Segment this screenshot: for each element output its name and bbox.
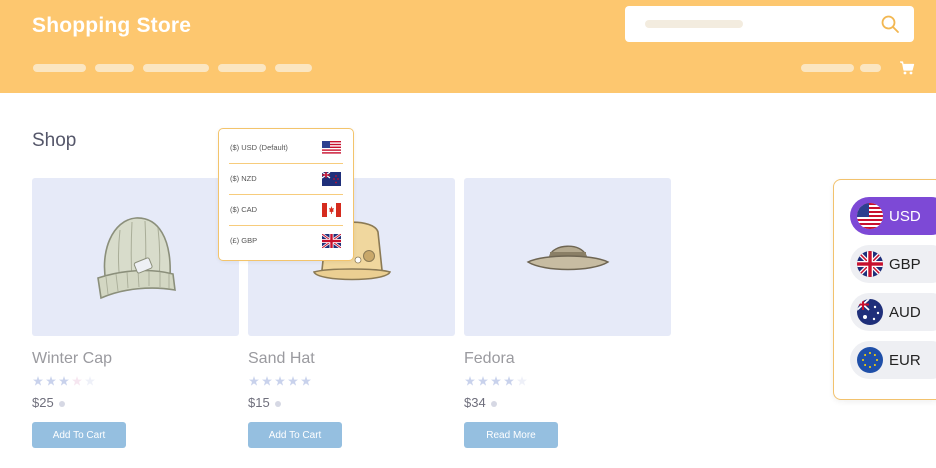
currency-gbp-button[interactable]: GBP bbox=[850, 245, 936, 283]
currency-usd-button[interactable]: USD bbox=[850, 197, 936, 235]
gb-flag-icon bbox=[322, 234, 341, 248]
currency-option-cad[interactable]: ($) CAD bbox=[219, 195, 352, 226]
read-more-button[interactable]: Read More bbox=[464, 422, 558, 448]
currency-code: EUR bbox=[889, 351, 921, 369]
star-icon bbox=[478, 376, 488, 386]
currency-option-label: ($) CAD bbox=[230, 205, 258, 214]
currency-switcher: USD GBP AUD EUR bbox=[833, 179, 936, 400]
star-icon bbox=[46, 376, 56, 386]
search-input[interactable] bbox=[625, 6, 914, 42]
star-icon bbox=[72, 376, 82, 386]
us-flag-icon bbox=[857, 203, 883, 229]
add-to-cart-button[interactable]: Add To Cart bbox=[248, 422, 342, 448]
cart-count[interactable] bbox=[860, 64, 881, 72]
currency-option-label: (£) GBP bbox=[230, 236, 258, 245]
star-icon bbox=[275, 376, 285, 386]
product-name[interactable]: Sand Hat bbox=[248, 350, 315, 368]
price-badge bbox=[490, 400, 497, 407]
fedora-image bbox=[526, 245, 610, 271]
nav-item-1[interactable] bbox=[33, 64, 86, 72]
star-icon bbox=[301, 376, 311, 386]
price-value: $34 bbox=[464, 395, 486, 410]
eu-flag-icon bbox=[857, 347, 883, 373]
account-link[interactable] bbox=[801, 64, 854, 72]
product-name[interactable]: Fedora bbox=[464, 350, 515, 368]
nz-flag-icon bbox=[322, 172, 341, 186]
product-name[interactable]: Winter Cap bbox=[32, 350, 112, 368]
nav-item-4[interactable] bbox=[218, 64, 266, 72]
product-image[interactable] bbox=[464, 178, 671, 336]
add-to-cart-button[interactable]: Add To Cart bbox=[32, 422, 126, 448]
star-icon bbox=[517, 376, 527, 386]
currency-dropdown: ($) USD (Default) ($) NZD ($) CAD (£) GB… bbox=[218, 128, 354, 261]
currency-code: GBP bbox=[889, 255, 921, 273]
price-badge bbox=[58, 400, 65, 407]
price-value: $25 bbox=[32, 395, 54, 410]
rating-stars bbox=[249, 376, 311, 386]
us-flag-icon bbox=[322, 141, 341, 155]
shop-page: Shopping Store Shop Winter Cap $25 Add T… bbox=[0, 0, 936, 468]
star-icon bbox=[288, 376, 298, 386]
ca-flag-icon bbox=[322, 203, 341, 217]
currency-code: AUD bbox=[889, 303, 921, 321]
star-icon bbox=[59, 376, 69, 386]
currency-eur-button[interactable]: EUR bbox=[850, 341, 936, 379]
rating-stars bbox=[465, 376, 527, 386]
gb-flag-icon bbox=[857, 251, 883, 277]
star-icon bbox=[504, 376, 514, 386]
search-icon[interactable] bbox=[880, 14, 900, 34]
nav-item-3[interactable] bbox=[143, 64, 209, 72]
winter-cap-image bbox=[97, 217, 176, 300]
search-placeholder bbox=[645, 20, 743, 28]
star-icon bbox=[491, 376, 501, 386]
price-badge bbox=[274, 400, 281, 407]
currency-aud-button[interactable]: AUD bbox=[850, 293, 936, 331]
au-flag-icon bbox=[857, 299, 883, 325]
star-icon bbox=[85, 376, 95, 386]
star-icon bbox=[249, 376, 259, 386]
store-title[interactable]: Shopping Store bbox=[32, 14, 191, 38]
price-value: $15 bbox=[248, 395, 270, 410]
star-icon bbox=[33, 376, 43, 386]
product-price: $15 bbox=[248, 395, 281, 410]
star-icon bbox=[262, 376, 272, 386]
currency-option-usd[interactable]: ($) USD (Default) bbox=[219, 133, 352, 164]
currency-option-nzd[interactable]: ($) NZD bbox=[219, 164, 352, 195]
cart-icon[interactable] bbox=[899, 60, 915, 76]
product-price: $34 bbox=[464, 395, 497, 410]
currency-code: USD bbox=[889, 207, 921, 225]
header: Shopping Store bbox=[0, 0, 936, 93]
product-image[interactable] bbox=[32, 178, 239, 336]
currency-option-label: ($) USD (Default) bbox=[230, 143, 288, 152]
nav-item-2[interactable] bbox=[95, 64, 134, 72]
nav-item-5[interactable] bbox=[275, 64, 312, 72]
page-title: Shop bbox=[32, 130, 77, 151]
currency-option-label: ($) NZD bbox=[230, 174, 257, 183]
star-icon bbox=[465, 376, 475, 386]
currency-option-gbp[interactable]: (£) GBP bbox=[219, 226, 352, 257]
rating-stars bbox=[33, 376, 95, 386]
product-price: $25 bbox=[32, 395, 65, 410]
